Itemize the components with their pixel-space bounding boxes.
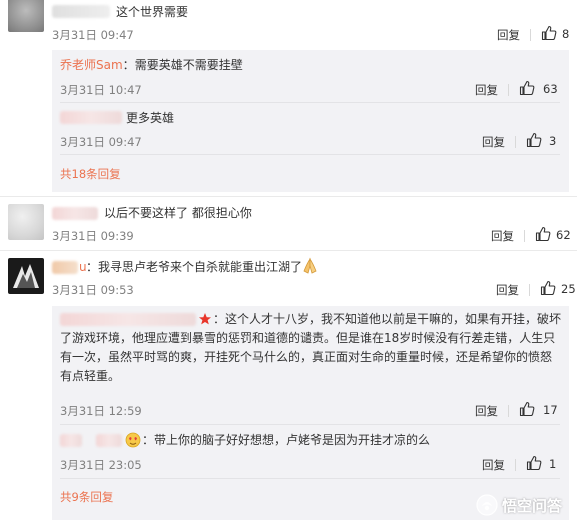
reply-text-line: 了游戏环境，他理应遭到暴雪的惩罚和道德的谴责。但是谁在18岁时候没有行差走错，人…	[60, 331, 556, 345]
reply-button[interactable]: 回复	[496, 282, 519, 298]
watermark-logo-icon	[476, 494, 498, 516]
reply-text-line: ：这个人才十八岁，我不知道他以前是干嘛的，如果有开挂，破坏	[213, 312, 562, 326]
reply-button[interactable]: 回复	[497, 27, 520, 43]
thumb-up-icon[interactable]	[519, 401, 535, 417]
divider	[60, 102, 560, 103]
reply-time: 3月31日 23:05	[60, 458, 142, 472]
username-redacted[interactable]	[52, 5, 110, 18]
reply-text: ：这个人才十八岁，我不知道他以前是干嘛的，如果有开挂，破坏 了游戏环境，他理应遭…	[60, 310, 575, 386]
divider	[529, 284, 530, 296]
like-count: 63	[543, 82, 558, 96]
username-redacted[interactable]	[52, 261, 78, 274]
divider	[0, 250, 577, 251]
comment-time: 3月31日 09:39	[52, 229, 134, 243]
reply-time: 3月31日 09:47	[60, 135, 142, 149]
reply-button[interactable]: 回复	[482, 457, 505, 473]
like-count: 17	[543, 403, 558, 417]
comment-text-body: 我寻思卢老爷来个自杀就能重出江湖了	[98, 260, 303, 274]
thumb-up-icon[interactable]	[519, 80, 535, 96]
thumb-up-icon[interactable]	[526, 455, 542, 471]
colon: ：	[86, 260, 99, 274]
username-redacted[interactable]	[60, 434, 82, 447]
divider	[515, 459, 516, 471]
username-redacted[interactable]	[96, 434, 122, 447]
avatar[interactable]	[8, 204, 44, 240]
reply-time: 3月31日 12:59	[60, 404, 142, 418]
like-count: 3	[549, 134, 557, 148]
reply-text: 更多英雄	[126, 111, 175, 125]
divider	[524, 230, 525, 242]
pray-hands-icon	[303, 257, 317, 274]
reply-text: 需要英雄不需要挂壁	[134, 58, 243, 72]
reply-text-line: 有一次，虽然平时骂的爽，开挂死个马什么的，真正面对生命的重量时候，还是希望你的愤…	[60, 350, 553, 364]
avatar[interactable]	[8, 258, 44, 294]
thumb-up-icon[interactable]	[526, 132, 542, 148]
divider	[508, 405, 509, 417]
watermark-text: 悟空问答	[502, 496, 563, 515]
like-count: 62	[556, 228, 571, 242]
colon: ：	[122, 58, 135, 72]
like-count: 25	[561, 282, 576, 296]
reply-button[interactable]: 回复	[491, 228, 514, 244]
divider	[515, 136, 516, 148]
watermark: 悟空问答	[476, 494, 562, 516]
divider	[508, 84, 509, 96]
comment-text: ：我寻思卢老爷来个自杀就能重出江湖了	[86, 258, 302, 276]
thumb-up-icon[interactable]	[535, 226, 551, 242]
username-redacted[interactable]	[52, 207, 98, 220]
more-replies-link[interactable]: 共18条回复	[60, 166, 121, 182]
reply-text: ：带上你的脑子好好想想，卢姥爷是因为开挂才凉的么	[142, 433, 431, 447]
reply-username[interactable]: 乔老师Sam：需要英雄不需要挂壁	[60, 56, 243, 74]
comment-text: 这个世界需要	[116, 5, 189, 19]
avatar-graphic	[13, 264, 39, 288]
divider	[60, 424, 560, 425]
reply-text-line: 有点轻重。	[60, 369, 121, 383]
reply-button[interactable]: 回复	[475, 82, 498, 98]
like-count: 1	[549, 457, 557, 471]
comment-text: 以后不要这样了 都很担心你	[104, 206, 252, 220]
thumb-up-icon[interactable]	[541, 25, 557, 41]
like-count: 8	[562, 27, 570, 41]
divider	[0, 196, 577, 197]
username-redacted[interactable]	[60, 111, 122, 124]
reply-button[interactable]: 回复	[475, 403, 498, 419]
more-replies-link[interactable]: 共9条回复	[60, 489, 113, 505]
divider	[60, 154, 560, 155]
thumb-up-icon[interactable]	[540, 280, 556, 296]
divider	[530, 29, 531, 41]
comment-time: 3月31日 09:53	[52, 283, 134, 297]
reply-thread: ：这个人才十八岁，我不知道他以前是干嘛的，如果有开挂，破坏 了游戏环境，他理应遭…	[52, 306, 569, 520]
comment-time: 3月31日 09:47	[52, 28, 134, 42]
avatar[interactable]	[8, 0, 44, 32]
emoji-icon	[125, 432, 141, 448]
reply-username-label[interactable]: 乔老师Sam	[60, 58, 123, 72]
divider	[60, 478, 560, 479]
reply-button[interactable]: 回复	[482, 134, 505, 150]
reply-time: 3月31日 10:47	[60, 83, 142, 97]
reply-thread: 乔老师Sam：需要英雄不需要挂壁 3月31日 10:47 回复 63 更多英雄 …	[52, 50, 569, 192]
